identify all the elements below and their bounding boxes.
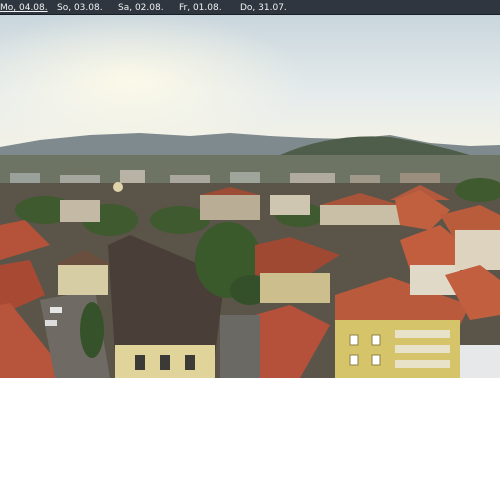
building-left-facade [58,265,108,295]
day-tab-so-03-08[interactable]: So, 03.08. [57,0,103,15]
street-tree [80,302,104,358]
town-panorama [0,15,500,378]
sun-reflection [113,182,123,192]
alley [220,315,260,378]
building-right-white [460,345,500,378]
day-tab-do-31-07[interactable]: Do, 31.07. [240,0,287,15]
day-tab-mo-04-08[interactable]: Mo, 04.08. [0,0,48,15]
empty-area [0,378,500,500]
archive-day-bar: Mo, 04.08. So, 03.08. Sa, 02.08. Fr, 01.… [0,0,500,15]
day-tab-fr-01-08[interactable]: Fr, 01.08. [179,0,222,15]
webcam-image[interactable] [0,15,500,378]
day-tab-sa-02-08[interactable]: Sa, 02.08. [118,0,164,15]
